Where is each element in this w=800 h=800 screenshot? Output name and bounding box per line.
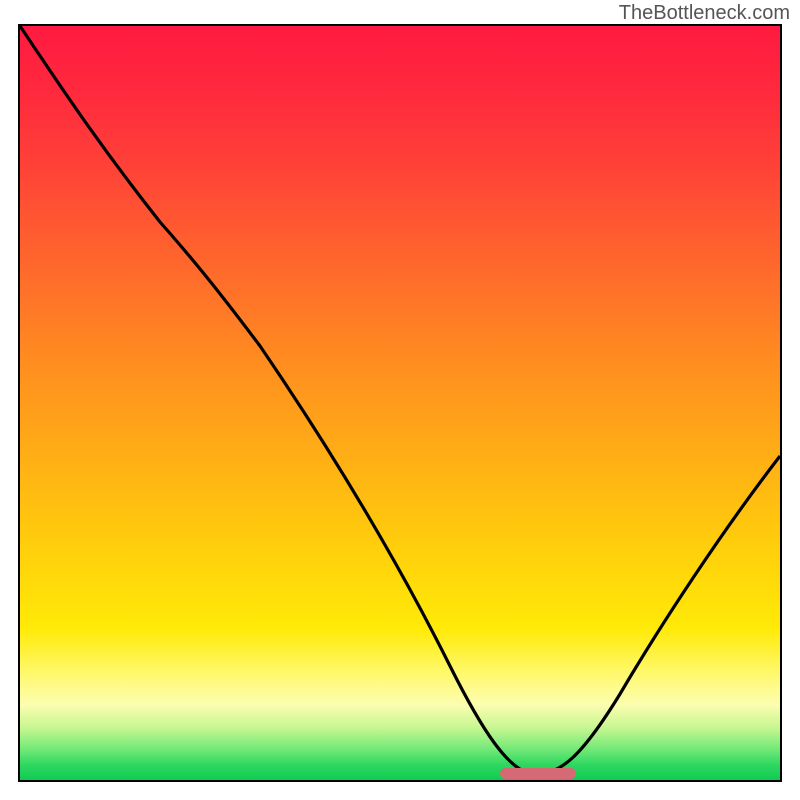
watermark-text: TheBottleneck.com: [619, 2, 790, 25]
chart-frame: [18, 24, 782, 782]
bottleneck-curve-path: [20, 26, 780, 774]
chart-curve-svg: [20, 26, 780, 780]
optimal-range-marker: [500, 768, 576, 779]
